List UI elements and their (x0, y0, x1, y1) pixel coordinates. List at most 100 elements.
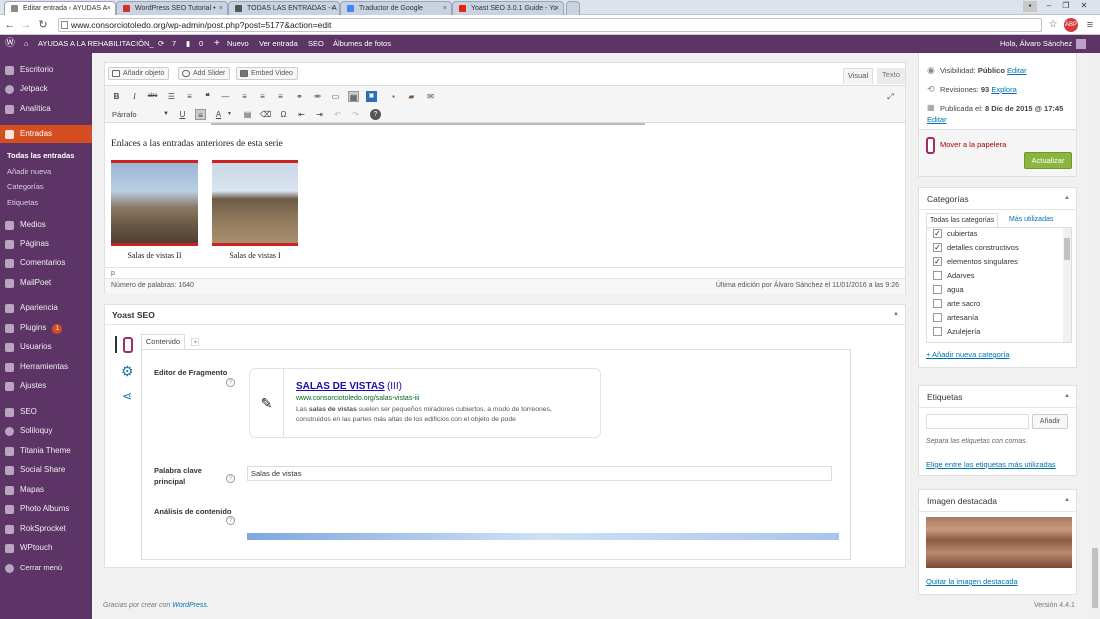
submenu-categories[interactable]: Categorías (7, 182, 44, 191)
menu-item-maps[interactable]: Mapas (0, 481, 92, 499)
add-category-link[interactable]: + Añadir nueva categoría (926, 350, 1010, 359)
blockquote-icon[interactable]: ❝ (202, 91, 213, 102)
image-salas-vistas-i[interactable] (212, 160, 298, 246)
published-edit-link[interactable]: Editar (927, 115, 947, 124)
user-icon[interactable]: ▪ (1023, 1, 1037, 12)
menu-item-jetpack[interactable]: Jetpack (0, 80, 92, 98)
help-icon[interactable]: ? (370, 109, 381, 120)
category-checkbox[interactable] (933, 313, 942, 322)
tab-most-used[interactable]: Más utilizadas (1009, 213, 1053, 226)
tab-arrow-icon[interactable]: ◂ (191, 338, 199, 346)
menu-item-seo[interactable]: SEO (0, 403, 92, 421)
forward-icon[interactable]: → (19, 18, 33, 32)
category-item[interactable]: arte sacro (933, 299, 1058, 311)
minimize-icon[interactable]: – (1042, 1, 1056, 12)
read-more-icon[interactable]: ▭ (330, 91, 341, 102)
trash-link[interactable]: Mover a la papelera (940, 140, 1006, 149)
format-select[interactable]: Párrafo ▼ (109, 108, 171, 121)
outdent-icon[interactable]: ⇤ (296, 109, 307, 120)
menu-item-roksprocket[interactable]: RokSprocket (0, 520, 92, 538)
add-tag-button[interactable]: Añadir (1032, 414, 1068, 429)
photo-albums-link[interactable]: Álbumes de fotos (333, 35, 391, 53)
updates-icon[interactable]: ⟳ (158, 35, 164, 53)
plus-icon[interactable]: + (214, 35, 220, 53)
bullet-list-icon[interactable]: ☰ (166, 91, 177, 102)
menu-item-tools[interactable]: Herramientas (0, 358, 92, 376)
horizontal-rule-icon[interactable]: — (220, 91, 231, 102)
wordpress-link[interactable]: WordPress (172, 602, 207, 609)
align-center-icon[interactable]: ≡ (257, 91, 268, 102)
link-icon[interactable]: ⚭ (294, 91, 305, 102)
category-checkbox[interactable] (933, 327, 942, 336)
scrollbar-thumb[interactable] (1092, 548, 1098, 608)
category-checkbox[interactable] (933, 299, 942, 308)
bookmark-star-icon[interactable]: ☆ (1046, 18, 1060, 32)
collapse-arrow-icon[interactable]: ▲ (1064, 497, 1070, 503)
close-tab-icon[interactable]: × (107, 2, 111, 15)
update-button[interactable]: Actualizar (1024, 152, 1072, 169)
tab-all-categories[interactable]: Todas las categorías (926, 213, 999, 227)
menu-icon[interactable]: ≡ (1083, 18, 1097, 32)
submenu-all-posts[interactable]: Todas las entradas (7, 151, 74, 160)
toolbar-toggle-icon[interactable]: ▦ (348, 91, 359, 102)
home-icon[interactable]: ⌂ (24, 35, 29, 53)
menu-item-social-share[interactable]: Social Share (0, 461, 92, 479)
paste-text-icon[interactable]: ▤ (242, 109, 253, 120)
adblock-icon[interactable]: ABP (1064, 18, 1078, 32)
menu-item-dashboard[interactable]: Escritorio (0, 61, 92, 79)
chevron-down-icon[interactable]: ▼ (224, 109, 235, 120)
traffic-light-icon[interactable] (123, 337, 133, 353)
italic-icon[interactable]: I (129, 91, 140, 102)
browser-tab[interactable]: WordPress SEO Tutorial • × (116, 1, 228, 15)
strikethrough-icon[interactable]: abc (147, 91, 158, 102)
menu-item-titania[interactable]: Titania Theme (0, 442, 92, 460)
submenu-add-new[interactable]: Añadir nueva (7, 167, 51, 176)
align-left-icon[interactable]: ≡ (239, 91, 250, 102)
choose-tags-link[interactable]: Elige entre las etiquetas más utilizadas (926, 460, 1056, 469)
menu-item-media[interactable]: Medios (0, 216, 92, 234)
seo-link[interactable]: SEO (308, 35, 324, 53)
submenu-tags[interactable]: Etiquetas (7, 198, 38, 207)
briefcase-icon[interactable]: ▰ (406, 91, 417, 102)
underline-icon[interactable]: U (177, 109, 188, 120)
url-input[interactable]: www.consorciotoledo.org/wp-admin/post.ph… (58, 18, 1042, 32)
category-item[interactable]: artesanía (933, 313, 1058, 325)
collapse-arrow-icon[interactable]: ▲ (893, 311, 899, 317)
comments-icon[interactable]: ▮ (186, 35, 190, 53)
updates-count[interactable]: 7 (172, 35, 176, 53)
avatar[interactable] (1076, 39, 1086, 49)
category-item[interactable]: Azulejería (933, 327, 1058, 339)
collapse-arrow-icon[interactable]: ▲ (1064, 393, 1070, 399)
share-icon[interactable]: ⋖ (122, 389, 132, 403)
menu-item-pages[interactable]: Páginas (0, 235, 92, 253)
site-name-link[interactable]: AYUDAS A LA REHABILITACIÓN_ (38, 35, 154, 53)
wordpress-logo-icon[interactable]: Ⓦ (5, 35, 15, 53)
align-right-icon[interactable]: ≡ (275, 91, 286, 102)
special-char-icon[interactable]: Ω (278, 109, 289, 120)
email-icon[interactable]: ✉ (425, 91, 436, 102)
clear-format-icon[interactable]: ⌫ (260, 109, 271, 120)
category-checkbox[interactable]: ✓ (933, 243, 942, 252)
help-icon[interactable]: ? (226, 516, 235, 525)
shortcode-icon[interactable]: ▣ (366, 91, 377, 102)
scrollbar-thumb[interactable] (1064, 238, 1070, 260)
category-item[interactable]: ✓ detalles constructivos (933, 243, 1058, 255)
menu-item-posts[interactable]: Entradas (0, 125, 92, 143)
help-icon[interactable]: ? (226, 378, 235, 387)
menu-item-photo-albums[interactable]: Photo Albums (0, 500, 92, 518)
fullscreen-icon[interactable]: ⤢ (885, 91, 896, 102)
menu-item-wptouch[interactable]: WPtouch (0, 539, 92, 557)
reload-icon[interactable]: ↻ (36, 18, 50, 32)
close-window-icon[interactable]: ✕ (1077, 1, 1091, 12)
tab-text[interactable]: Texto (877, 68, 905, 84)
gallery-icon[interactable]: ▪ (388, 91, 399, 102)
category-checkbox[interactable]: ✓ (933, 257, 942, 266)
menu-item-mailpoet[interactable]: MailPoet (0, 274, 92, 292)
category-checkbox[interactable] (933, 271, 942, 280)
collapse-arrow-icon[interactable]: ▲ (1064, 195, 1070, 201)
menu-item-settings[interactable]: Ajustes (0, 377, 92, 395)
close-tab-icon[interactable]: × (219, 2, 223, 15)
menu-item-comments[interactable]: Comentarios (0, 254, 92, 272)
revisions-browse-link[interactable]: Explora (991, 85, 1016, 94)
numbered-list-icon[interactable]: ≡ (184, 91, 195, 102)
